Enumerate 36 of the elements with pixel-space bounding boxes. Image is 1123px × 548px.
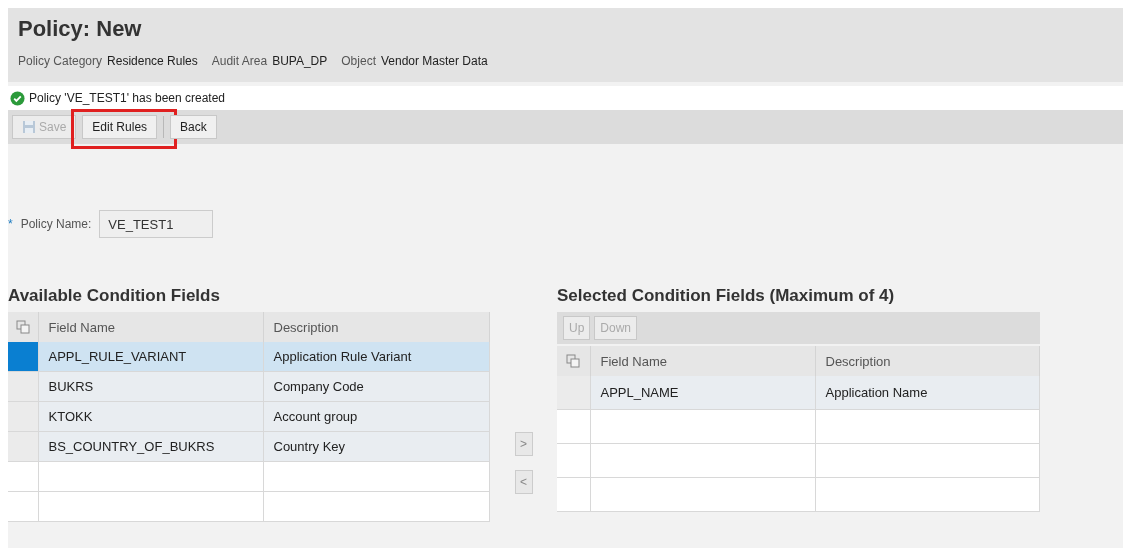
meta-value: Residence Rules bbox=[107, 54, 198, 68]
column-header[interactable]: Description bbox=[815, 346, 1040, 376]
table-cell: BS_COUNTRY_OF_BUKRS bbox=[38, 431, 263, 462]
row-selector[interactable] bbox=[8, 342, 38, 372]
toolbar-button[interactable]: Back bbox=[170, 115, 217, 139]
policy-name-field[interactable]: VE_TEST1 bbox=[99, 210, 214, 238]
table-cell: APPL_NAME bbox=[590, 376, 815, 410]
meta-value: Vendor Master Data bbox=[380, 54, 488, 68]
table-cell: KTOKK bbox=[38, 401, 263, 432]
row-selector[interactable] bbox=[8, 431, 38, 462]
row-selector[interactable] bbox=[8, 371, 38, 402]
page-title: Policy: New bbox=[18, 16, 142, 42]
row-selector[interactable] bbox=[8, 401, 38, 432]
select-all-icon[interactable] bbox=[566, 354, 581, 368]
toolbar-button[interactable]: Edit Rules bbox=[82, 115, 158, 139]
status-message: Policy 'VE_TEST1' has been created bbox=[29, 91, 226, 105]
field-label: Policy Name: bbox=[20, 217, 92, 231]
column-header[interactable]: Field Name bbox=[38, 312, 263, 342]
meta-label: Audit Area bbox=[211, 54, 268, 68]
column-header[interactable]: Field Name bbox=[590, 346, 815, 376]
meta-label: Policy Category bbox=[18, 54, 103, 68]
row-selector[interactable] bbox=[557, 376, 590, 410]
select-all-icon[interactable] bbox=[15, 320, 30, 334]
table-cell: Company Code bbox=[263, 371, 490, 402]
required-marker: * bbox=[8, 217, 13, 231]
table-cell: APPL_RULE_VARIANT bbox=[38, 342, 263, 372]
section-heading: Available Condition Fields bbox=[8, 286, 221, 306]
table-cell: Application Name bbox=[815, 376, 1040, 410]
meta-value: BUPA_DP bbox=[272, 54, 328, 68]
table-cell: Account group bbox=[263, 401, 490, 432]
column-header[interactable]: Description bbox=[263, 312, 490, 342]
table-cell: Country Key bbox=[263, 431, 490, 462]
table-cell: Application Rule Variant bbox=[263, 342, 490, 372]
section-heading: Selected Condition Fields (Maximum of 4) bbox=[557, 286, 896, 306]
table-cell: BUKRS bbox=[38, 371, 263, 402]
meta-label: Object bbox=[341, 54, 376, 68]
